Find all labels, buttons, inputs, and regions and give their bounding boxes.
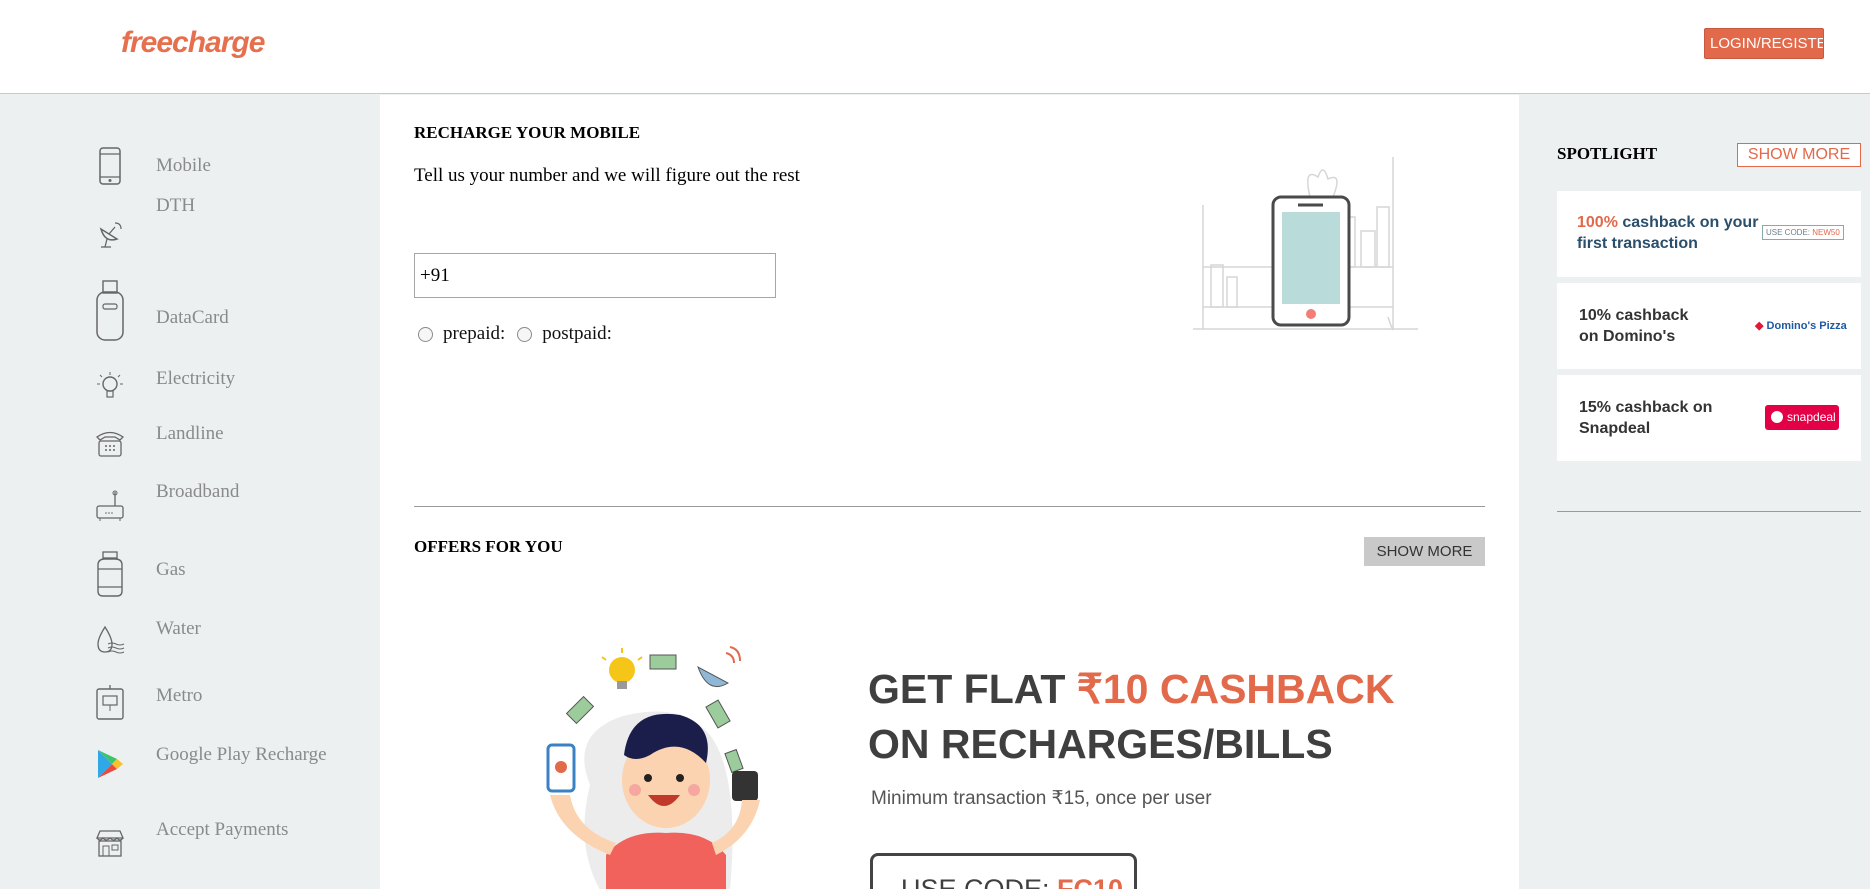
- banner-code-value: FC10: [1057, 874, 1124, 889]
- spotlight-card-line1: 10% cashback: [1579, 307, 1689, 324]
- spotlight-card-text: 100% cashback on your first transaction: [1577, 212, 1758, 254]
- spotlight-card-line2: Snapdeal: [1579, 420, 1651, 437]
- connection-type-radios: prepaid: postpaid:: [418, 323, 624, 345]
- banner-subtext: Minimum transaction ₹15, once per user: [871, 788, 1212, 809]
- sidebar-item-label: Mobile: [156, 155, 211, 176]
- water-drop-icon: [90, 625, 130, 655]
- sidebar-item-label: Gas: [156, 559, 186, 580]
- login-register-button[interactable]: LOGIN/REGISTER: [1704, 28, 1824, 59]
- telephone-icon: [90, 428, 130, 458]
- router-icon: [90, 490, 130, 522]
- spotlight-card-line2: on Domino's: [1579, 328, 1676, 345]
- sidebar-item-landline[interactable]: Landline: [90, 423, 224, 458]
- dominos-logo-text: Domino's Pizza: [1766, 320, 1847, 332]
- sidebar-item-mobile[interactable]: Mobile: [90, 147, 211, 185]
- spotlight-card-line2: first transaction: [1577, 235, 1698, 252]
- google-play-icon: [90, 748, 130, 780]
- sidebar-item-dth[interactable]: DTH: [90, 195, 195, 249]
- spotlight-card-first-transaction[interactable]: 100% cashback on your first transaction …: [1557, 191, 1861, 277]
- banner-headline-1: GET FLAT ₹10 CASHBACK: [868, 665, 1394, 713]
- spotlight-card-accent: 100%: [1577, 214, 1618, 231]
- phone-illustration: [1193, 157, 1423, 342]
- promo-code-badge: USE CODE: NEW50: [1762, 225, 1844, 240]
- postpaid-label: postpaid:: [542, 323, 612, 344]
- sidebar-item-metro[interactable]: Metro: [90, 684, 202, 720]
- snapdeal-logo-icon: [1771, 411, 1783, 423]
- banner-promo-code: USE CODE: FC10: [870, 853, 1137, 889]
- sidebar-item-label: DTH: [156, 195, 196, 216]
- prepaid-radio[interactable]: [418, 326, 433, 342]
- cashback-banner-illustration[interactable]: [530, 645, 830, 889]
- sidebar-item-electricity[interactable]: Electricity: [90, 368, 235, 403]
- sidebar-item-accept-payments[interactable]: Accept Payments: [90, 819, 288, 858]
- usb-datacard-icon: [90, 280, 130, 342]
- main-content: RECHARGE YOUR MOBILE Tell us your number…: [380, 95, 1519, 889]
- spotlight-card-text: 15% cashback on Snapdeal: [1579, 397, 1712, 439]
- sidebar-item-datacard[interactable]: DataCard: [90, 280, 229, 342]
- spotlight-card-line1: 15% cashback on: [1579, 399, 1713, 416]
- recharge-title: RECHARGE YOUR MOBILE: [414, 123, 641, 142]
- sidebar-item-label: Metro: [156, 685, 203, 706]
- snapdeal-logo-text: snapdeal: [1787, 410, 1836, 424]
- freecharge-logo[interactable]: freecharge: [121, 26, 265, 60]
- spotlight-divider: [1557, 511, 1861, 512]
- sidebar-item-google-play-recharge[interactable]: Google Play Recharge: [90, 744, 327, 780]
- store-icon: [90, 828, 130, 858]
- postpaid-radio[interactable]: [517, 326, 533, 342]
- snapdeal-logo: snapdeal: [1765, 405, 1839, 430]
- spotlight-title: SPOTLIGHT: [1557, 144, 1658, 163]
- satellite-dish-icon: [90, 219, 130, 249]
- sidebar-item-label: Electricity: [156, 368, 236, 389]
- banner-code-prefix: USE CODE:: [901, 874, 1058, 889]
- bulb-icon: [90, 371, 130, 403]
- sidebar-item-label: Landline: [156, 423, 224, 444]
- sidebar-item-label: Water: [156, 618, 201, 639]
- sidebar-item-label: Accept Payments: [156, 819, 289, 840]
- offers-title: OFFERS FOR YOU: [414, 537, 563, 556]
- offers-show-more-button[interactable]: SHOW MORE: [1364, 537, 1485, 566]
- recharge-subtitle: Tell us your number and we will figure o…: [414, 165, 800, 186]
- banner-headline-1-accent: ₹10 CASHBACK: [1076, 666, 1395, 712]
- spotlight-card-dominos[interactable]: 10% cashback on Domino's ◆ Domino's Pizz…: [1557, 283, 1861, 369]
- mobile-icon: [90, 147, 130, 185]
- prepaid-label: prepaid:: [443, 323, 506, 344]
- sidebar-item-label: Broadband: [156, 481, 240, 502]
- gas-cylinder-icon: [90, 551, 130, 597]
- spotlight-show-more-button[interactable]: SHOW MORE: [1737, 143, 1861, 167]
- top-header: freecharge LOGIN/REGISTER: [0, 0, 1870, 94]
- sidebar-item-label: DataCard: [156, 307, 229, 328]
- spotlight-card-snapdeal[interactable]: 15% cashback on Snapdeal snapdeal: [1557, 375, 1861, 461]
- sidebar-item-label: Google Play Recharge: [156, 744, 327, 765]
- promo-code-prefix: USE CODE:: [1766, 228, 1813, 237]
- service-sidebar: Mobile DTH DataCard Electricity Landline…: [0, 95, 380, 889]
- banner-headline-2: ON RECHARGES/BILLS: [868, 721, 1333, 767]
- sidebar-item-broadband[interactable]: Broadband: [90, 481, 239, 522]
- spotlight-card-text: 10% cashback on Domino's: [1579, 305, 1688, 347]
- dominos-logo: ◆ Domino's Pizza: [1755, 320, 1847, 332]
- promo-code-value: NEW50: [1812, 228, 1840, 237]
- metro-card-icon: [90, 684, 130, 720]
- banner-headline-1-prefix: GET FLAT: [868, 666, 1077, 712]
- sidebar-item-water[interactable]: Water: [90, 618, 201, 655]
- mobile-number-input[interactable]: [414, 253, 776, 298]
- sidebar-item-gas[interactable]: Gas: [90, 551, 186, 597]
- section-divider: [414, 506, 1485, 507]
- spotlight-card-line1: cashback on your: [1617, 214, 1759, 231]
